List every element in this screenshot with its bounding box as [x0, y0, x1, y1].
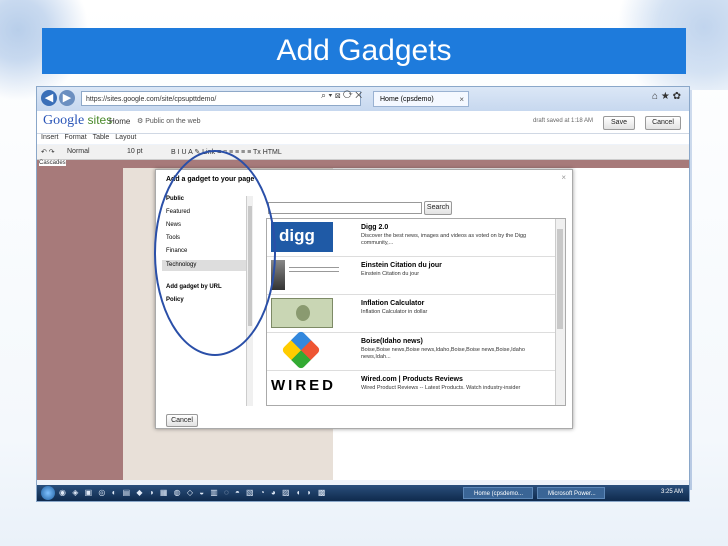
undo-redo-icons[interactable]: ↶ ↷: [41, 148, 55, 156]
result-title[interactable]: Wired.com | Products Reviews: [361, 376, 463, 383]
browser-screenshot: ◀ ▶ https://sites.google.com/site/cpsupt…: [36, 86, 690, 502]
quick-launch-icons[interactable]: ◉ ◈ ▣ ◎ ◐ ▤ ◆ ◑ ▦ ◍ ◇ ◒ ▥ ◌ ◓ ▧ ◔ ◕ ▨ ◖ …: [59, 488, 327, 497]
portrait-oval-icon: [296, 305, 310, 321]
result-title[interactable]: Boise(Idaho news): [361, 338, 423, 345]
gadget-result-wired[interactable]: WIRED Wired.com | Products Reviews Wired…: [267, 371, 555, 405]
taskbar-item-browser[interactable]: Home (cpsdemo...: [463, 487, 533, 499]
result-title[interactable]: Einstein Citation du jour: [361, 262, 442, 269]
slide-title: Add Gadgets: [276, 34, 452, 67]
windows-taskbar: ◉ ◈ ▣ ◎ ◐ ▤ ◆ ◑ ▦ ◍ ◇ ◒ ▥ ◌ ◓ ▧ ◔ ◕ ▨ ◖ …: [37, 485, 689, 501]
tab-label: Home (cpsdemo): [380, 96, 434, 103]
cancel-button[interactable]: Cancel: [166, 414, 198, 427]
back-arrow-icon[interactable]: ◀: [41, 90, 57, 106]
taskbar-item-powerpoint[interactable]: Microsoft Power...: [537, 487, 605, 499]
gadget-result-einstein[interactable]: Einstein Citation du jour Einstein Citat…: [267, 257, 555, 295]
menu-table[interactable]: Table: [93, 134, 110, 141]
editor-menu-bar: Insert Format Table Layout: [37, 134, 689, 144]
browser-toolbar: ◀ ▶ https://sites.google.com/site/cpsupt…: [37, 87, 689, 111]
result-title[interactable]: Inflation Calculator: [361, 300, 424, 307]
gadget-result-boise[interactable]: Boise(Idaho news) Boise,Boise news,Boise…: [267, 330, 555, 371]
dialog-close-icon[interactable]: ×: [561, 173, 566, 182]
result-description: Inflation Calculator in dollar: [361, 309, 428, 315]
system-clock: 3:25 AM: [660, 489, 683, 495]
sharing-status: ⚙ Public on the web: [137, 118, 201, 125]
cancel-edit-button[interactable]: Cancel: [645, 116, 681, 130]
gadget-result-inflation[interactable]: Inflation Calculator Inflation Calculato…: [267, 295, 555, 333]
url-bar[interactable]: https://sites.google.com/site/cpsupttdem…: [81, 91, 361, 106]
start-button[interactable]: [41, 486, 55, 500]
slide-title-bar: Add Gadgets: [42, 28, 686, 74]
google-sites-logo[interactable]: Google sites: [43, 113, 112, 129]
search-button[interactable]: Search: [424, 201, 452, 215]
quote-text-lines-icon: [289, 267, 339, 268]
logo-google: Google: [43, 113, 85, 128]
gadget-results-list: digg Digg 2.0 Discover the best news, im…: [266, 218, 566, 406]
digg-logo-text: digg: [279, 226, 315, 245]
gadget-result-digg[interactable]: digg Digg 2.0 Discover the best news, im…: [267, 219, 555, 257]
draft-saved-status: draft saved at 1:18 AM: [533, 118, 594, 124]
result-description: Einstein Citation du jour: [361, 271, 420, 277]
gadget-search-input[interactable]: [268, 202, 422, 214]
save-button[interactable]: Save: [603, 116, 635, 130]
google-sites-header: Google sites Home ⚙ Public on the web dr…: [37, 111, 689, 134]
result-description: Wired Product Reviews -- Latest Products…: [361, 385, 521, 391]
boise-logo-icon: [281, 330, 321, 370]
result-description: Discover the best news, images and video…: [361, 233, 527, 246]
browser-right-icons[interactable]: ⌂ ★ ✿: [652, 91, 681, 102]
wired-logo-icon: WIRED: [271, 377, 336, 394]
dollar-bill-icon: [271, 298, 333, 328]
paragraph-style-select[interactable]: Normal: [67, 148, 90, 155]
menu-insert[interactable]: Insert: [41, 134, 59, 141]
result-title[interactable]: Digg 2.0: [361, 224, 388, 231]
result-description: Boise,Boise news,Boise news,Idaho,Boise,…: [361, 347, 525, 360]
results-scrollbar[interactable]: [555, 219, 565, 405]
menu-layout[interactable]: Layout: [115, 134, 136, 141]
menu-format[interactable]: Format: [64, 134, 86, 141]
annotation-oval: [154, 150, 276, 356]
url-bar-icons[interactable]: ⌕ ▾ ⊠ ⟳ ✕: [321, 90, 362, 101]
scrollbar-thumb[interactable]: [557, 229, 563, 329]
page-name: Home: [109, 117, 131, 126]
format-toolbar: ↶ ↷ Normal 10 pt B I U A ✎ Link ≡ ≡ ≡ ≡ …: [37, 145, 689, 160]
digg-logo-icon: digg: [271, 222, 333, 252]
forward-arrow-icon[interactable]: ▶: [59, 90, 75, 106]
font-size-select[interactable]: 10 pt: [127, 148, 143, 155]
browser-tab[interactable]: Home (cpsdemo) ×: [373, 91, 469, 107]
edit-area-label: Cascades: [39, 160, 66, 166]
tab-close-icon[interactable]: ×: [459, 92, 464, 108]
